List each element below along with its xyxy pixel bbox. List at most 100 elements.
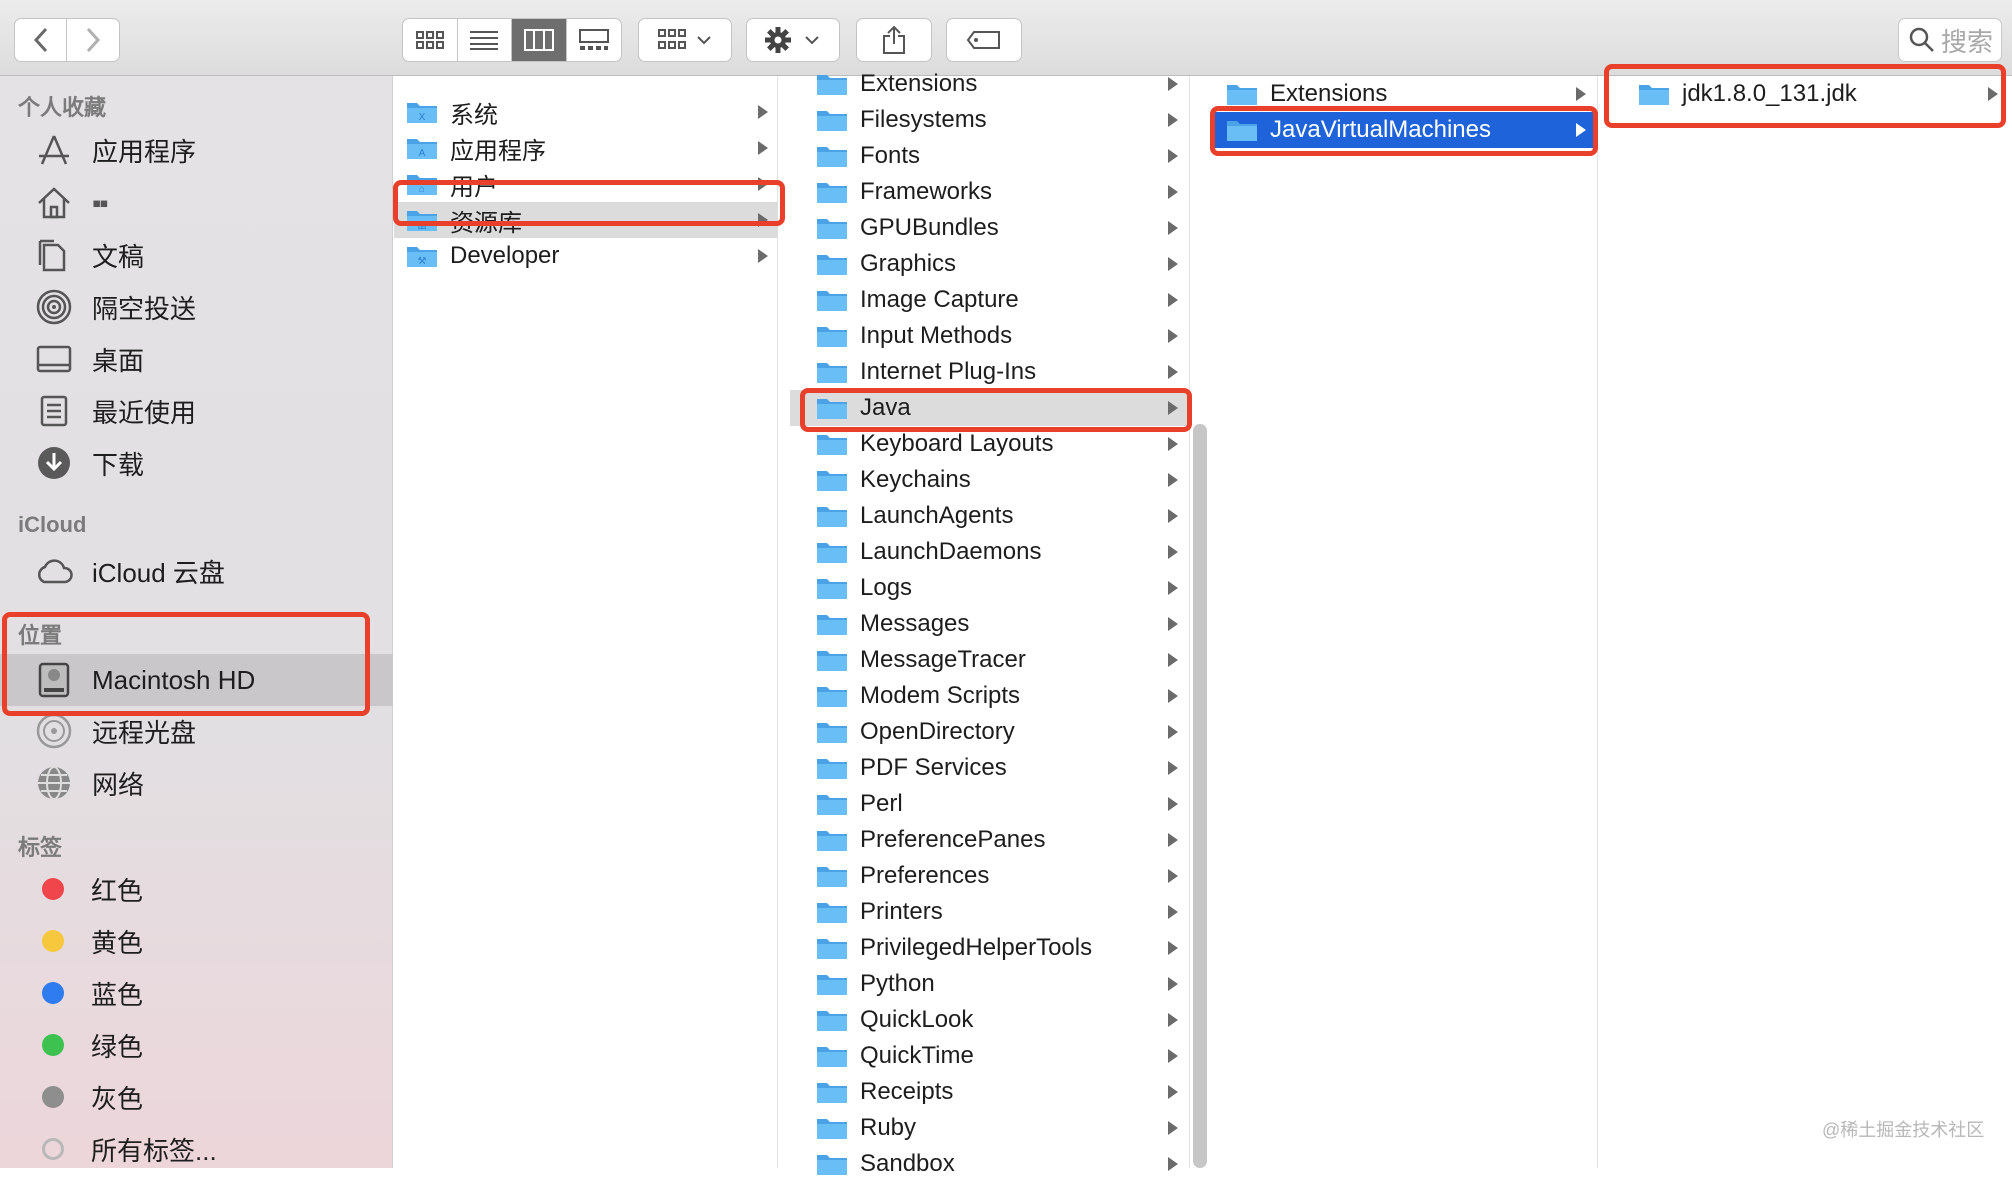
disclosure-arrow-icon bbox=[1168, 1157, 1178, 1171]
folder-row[interactable]: Python bbox=[790, 966, 1190, 1002]
folder-row[interactable]: Internet Plug-Ins bbox=[790, 354, 1190, 390]
folder-row[interactable]: Extensions bbox=[790, 66, 1190, 102]
folder-row[interactable]: OpenDirectory bbox=[790, 714, 1190, 750]
folder-row[interactable]: Graphics bbox=[790, 246, 1190, 282]
disclosure-arrow-icon bbox=[1168, 509, 1178, 523]
sidebar-item-label: 网络 bbox=[92, 769, 145, 800]
folder-name: QuickLook bbox=[860, 1006, 974, 1033]
folder-name: QuickTime bbox=[860, 1042, 974, 1069]
folder-row[interactable]: Frameworks bbox=[790, 174, 1190, 210]
folder-row[interactable]: PDF Services bbox=[790, 750, 1190, 786]
folder-icon bbox=[816, 828, 848, 852]
group-by-button[interactable] bbox=[638, 18, 732, 62]
downloads-icon bbox=[34, 443, 74, 483]
folder-icon bbox=[816, 576, 848, 600]
sidebar-item-recents[interactable]: 最近使用 bbox=[0, 388, 393, 434]
sidebar-item-tag[interactable]: 灰色 bbox=[0, 1074, 393, 1120]
folder-row[interactable]: PrivilegedHelperTools bbox=[790, 930, 1190, 966]
folder-row[interactable]: QuickLook bbox=[790, 1002, 1190, 1038]
folder-row[interactable]: Preferences bbox=[790, 858, 1190, 894]
sidebar-item-home[interactable]: ▪▪ bbox=[0, 180, 393, 226]
disclosure-arrow-icon bbox=[1168, 473, 1178, 487]
sidebar-item-applications[interactable]: 应用程序 bbox=[0, 127, 393, 173]
folder-name: Ruby bbox=[860, 1114, 917, 1141]
folder-row[interactable]: ⚒ Developer bbox=[394, 238, 778, 274]
sidebar-item-label: 黄色 bbox=[91, 927, 144, 958]
folder-name: LaunchDaemons bbox=[860, 538, 1042, 565]
sidebar-item-documents[interactable]: 文稿 bbox=[0, 232, 393, 278]
disclosure-arrow-icon bbox=[758, 141, 768, 155]
sidebar-item-label: 灰色 bbox=[91, 1083, 144, 1114]
disclosure-arrow-icon bbox=[1168, 653, 1178, 667]
column-java: Extensions JavaVirtualMachines bbox=[1212, 76, 1598, 1168]
gallery-icon bbox=[578, 29, 609, 50]
folder-icon bbox=[816, 468, 848, 492]
tag-color-dot-icon bbox=[42, 1086, 64, 1108]
folder-row[interactable]: Image Capture bbox=[790, 282, 1190, 318]
folder-row[interactable]: A 应用程序 bbox=[394, 130, 778, 166]
share-button[interactable] bbox=[856, 18, 932, 62]
tags-button[interactable] bbox=[946, 18, 1022, 62]
folder-row[interactable]: MessageTracer bbox=[790, 642, 1190, 678]
sidebar-item-label: 蓝色 bbox=[91, 979, 144, 1010]
folder-row[interactable]: QuickTime bbox=[790, 1038, 1190, 1074]
search-field[interactable]: 搜索 bbox=[1898, 18, 2002, 62]
sidebar-item-network[interactable]: 网络 bbox=[0, 760, 393, 806]
folder-icon bbox=[816, 180, 848, 204]
sidebar-item-tag[interactable]: 所有标签... bbox=[0, 1126, 393, 1172]
folder-icon bbox=[816, 1044, 848, 1068]
folder-icon bbox=[816, 288, 848, 312]
folder-row[interactable]: PreferencePanes bbox=[790, 822, 1190, 858]
folder-row[interactable]: Messages bbox=[790, 606, 1190, 642]
folder-row[interactable]: Fonts bbox=[790, 138, 1190, 174]
folder-row[interactable]: Modem Scripts bbox=[790, 678, 1190, 714]
sidebar-item-icloud-drive[interactable]: iCloud 云盘 bbox=[0, 548, 393, 594]
folder-name: GPUBundles bbox=[860, 214, 999, 241]
folder-name: Developer bbox=[450, 242, 560, 269]
chevron-left-icon bbox=[33, 27, 47, 53]
desktop-icon bbox=[34, 339, 74, 379]
home-icon bbox=[34, 183, 74, 223]
tag-color-dot-icon bbox=[42, 982, 64, 1004]
back-button[interactable] bbox=[15, 19, 68, 61]
disclosure-arrow-icon bbox=[1168, 869, 1178, 883]
icloud-header: iCloud bbox=[18, 512, 87, 537]
action-menu-button[interactable] bbox=[746, 18, 840, 62]
folder-name: Sandbox bbox=[860, 1150, 955, 1177]
folder-row[interactable]: Printers bbox=[790, 894, 1190, 930]
folder-row[interactable]: LaunchAgents bbox=[790, 498, 1190, 534]
folder-row[interactable]: Sandbox bbox=[790, 1146, 1190, 1182]
folder-row[interactable]: Input Methods bbox=[790, 318, 1190, 354]
disclosure-arrow-icon bbox=[1168, 761, 1178, 775]
column-library-scrollbar[interactable] bbox=[1193, 424, 1207, 1168]
folder-row[interactable]: Logs bbox=[790, 570, 1190, 606]
search-placeholder: 搜索 bbox=[1941, 26, 1994, 57]
icon-view-button[interactable] bbox=[403, 19, 458, 61]
sidebar-item-tag[interactable]: 红色 bbox=[0, 866, 393, 912]
folder-row[interactable]: Filesystems bbox=[790, 102, 1190, 138]
sidebar-item-airdrop[interactable]: 隔空投送 bbox=[0, 284, 393, 330]
folder-name: PrivilegedHelperTools bbox=[860, 934, 1093, 961]
sidebar-item-desktop[interactable]: 桌面 bbox=[0, 336, 393, 382]
tag-icon bbox=[966, 31, 1000, 49]
folder-row[interactable]: Receipts bbox=[790, 1074, 1190, 1110]
folder-row[interactable]: GPUBundles bbox=[790, 210, 1190, 246]
folder-row[interactable]: X 系统 bbox=[394, 94, 778, 130]
sidebar-item-tag[interactable]: 绿色 bbox=[0, 1022, 393, 1068]
folder-name: Filesystems bbox=[860, 106, 987, 133]
column-view-button[interactable] bbox=[512, 19, 567, 61]
folder-row[interactable]: Ruby bbox=[790, 1110, 1190, 1146]
sidebar-item-downloads[interactable]: 下载 bbox=[0, 440, 393, 486]
folder-icon bbox=[816, 1080, 848, 1104]
folder-icon bbox=[816, 1116, 848, 1140]
folder-row[interactable]: LaunchDaemons bbox=[790, 534, 1190, 570]
folder-row[interactable]: Keychains bbox=[790, 462, 1190, 498]
disclosure-arrow-icon bbox=[1576, 87, 1586, 101]
forward-button[interactable] bbox=[67, 19, 119, 61]
sidebar-item-tag[interactable]: 蓝色 bbox=[0, 970, 393, 1016]
list-view-button[interactable] bbox=[458, 19, 512, 61]
sidebar-item-tag[interactable]: 黄色 bbox=[0, 918, 393, 964]
gallery-view-button[interactable] bbox=[567, 19, 622, 61]
watermark: @稀土掘金技术社区 bbox=[1822, 1120, 1985, 1140]
folder-row[interactable]: Perl bbox=[790, 786, 1190, 822]
